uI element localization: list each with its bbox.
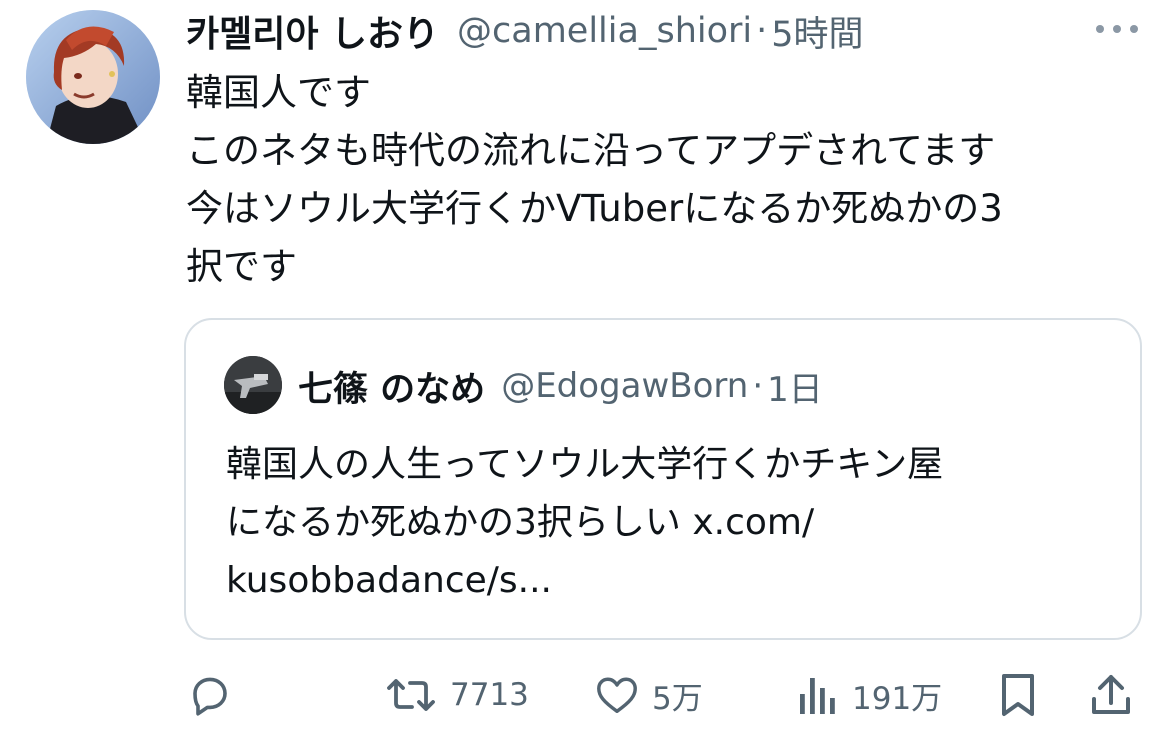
tweet-timestamp[interactable]: 5時間 [771, 6, 863, 57]
quoted-text-line: になるか死ぬかの3択らしい x.com/ [226, 502, 815, 543]
views-chart-icon [800, 678, 835, 714]
tweet-text-line: 択です [186, 245, 297, 288]
more-dot-icon [1096, 25, 1104, 33]
author-avatar[interactable] [26, 10, 160, 144]
views-count: 191万 [852, 680, 943, 717]
quoted-tweet-timestamp: 1日 [767, 369, 823, 410]
bookmark-icon [1002, 674, 1034, 716]
bookmark-button[interactable] [996, 660, 1040, 730]
reply-button[interactable] [186, 660, 234, 730]
reply-icon [193, 677, 227, 716]
tweet-header: 카멜리아 しおり @camellia_shiori · 5時間 [186, 6, 864, 56]
retweet-count: 7713 [450, 677, 529, 713]
heart-icon [597, 677, 637, 714]
like-count: 5万 [652, 680, 703, 717]
quoted-author-avatar [224, 356, 282, 414]
quoted-author-name: 七篠 のなめ [298, 369, 486, 410]
author-handle[interactable]: @camellia_shiori [457, 11, 752, 51]
author-name[interactable]: 카멜리아 しおり [186, 5, 439, 57]
quoted-tweet-text: 韓国人の人生ってソウル大学行くかチキン屋 になるか死ぬかの3択らしい x.com… [226, 436, 1106, 610]
avatar-illustration [26, 10, 160, 144]
more-options-button[interactable] [1092, 14, 1142, 44]
tweet-action-bar: 7713 5万 191万 [0, 660, 1170, 730]
like-button[interactable]: 5万 [594, 660, 703, 730]
quoted-text-line: kusobbadance/s... [226, 560, 552, 601]
more-dot-icon [1113, 25, 1121, 33]
quoted-tweet-card[interactable]: 七篠 のなめ @EdogawBorn · 1日 韓国人の人生ってソウル大学行くか… [184, 318, 1142, 640]
quoted-avatar-image [224, 356, 282, 414]
share-button[interactable] [1088, 660, 1134, 730]
tweet-text-line: このネタも時代の流れに沿ってアプデされてます [186, 129, 996, 172]
retweet-button[interactable]: 7713 [384, 660, 529, 730]
header-separator: · [756, 11, 768, 51]
retweet-icon [387, 679, 435, 711]
tweet-text-line: 今はソウル大学行くかVTuberになるか死ぬかの3 [186, 187, 1003, 230]
tweet-text-line: 韓国人です [186, 71, 371, 114]
quoted-text-line: 韓国人の人生ってソウル大学行くかチキン屋 [226, 444, 944, 485]
quoted-author-handle: @EdogawBorn [501, 366, 749, 406]
share-icon [1092, 675, 1130, 714]
quoted-header-separator: · [752, 366, 764, 406]
tweet-text: 韓国人です このネタも時代の流れに沿ってアプデされてます 今はソウル大学行くかV… [186, 64, 1146, 296]
quoted-tweet-header: 七篠 のなめ @EdogawBorn · 1日 [298, 360, 823, 412]
views-button[interactable]: 191万 [796, 660, 942, 730]
more-dot-icon [1130, 25, 1138, 33]
